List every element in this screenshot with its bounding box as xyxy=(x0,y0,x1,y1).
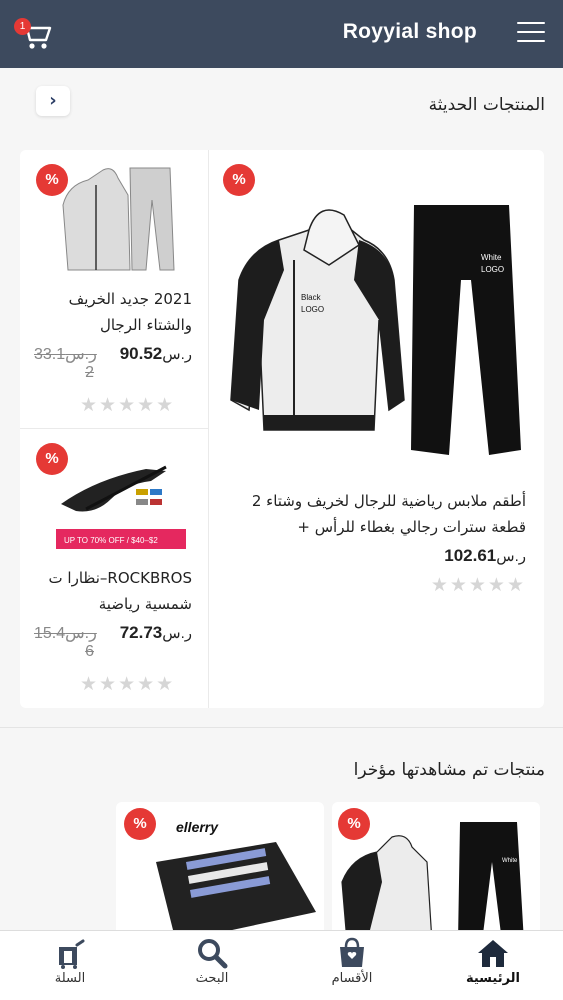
discount-badge: % xyxy=(223,164,255,196)
home-icon xyxy=(478,940,508,967)
product-price: ر.س90.52 xyxy=(119,344,192,363)
discount-badge: % xyxy=(124,808,156,840)
discount-badge: % xyxy=(338,808,370,840)
app-header: 1 Royyial shop xyxy=(0,0,563,68)
product-image-sunglasses: UP TO 70% OFF / $40–$2 xyxy=(56,465,186,549)
nav-home[interactable]: الرئيسية xyxy=(433,937,553,986)
discount-badge: % xyxy=(36,164,68,196)
recent-product-card[interactable]: ellerry % xyxy=(116,802,324,942)
svg-text:LOGO: LOGO xyxy=(481,265,504,274)
header-cart-button[interactable]: 1 xyxy=(14,18,54,52)
product-image-tracksuit: Black LOGO White LOGO xyxy=(230,205,521,455)
bottom-navigation: الرئيسية الأقسام البحث السلة xyxy=(0,930,563,1000)
nav-categories[interactable]: الأقسام xyxy=(292,937,412,986)
old-price: 33.1ر.س 2 xyxy=(34,346,97,381)
nav-label: الأقسام xyxy=(331,971,373,986)
product-price: ر.س102.61 xyxy=(444,546,526,565)
cart-count-badge: 1 xyxy=(14,18,31,35)
product-card-sunglasses[interactable]: UP TO 70% OFF / $40–$2 % ROCKBROS–نظارا … xyxy=(20,429,208,708)
product-name: أطقم ملابس رياضية للرجال لخريف وشتاء 2 ق… xyxy=(251,492,526,536)
cart-icon xyxy=(59,939,85,969)
bag-icon xyxy=(340,937,364,967)
nav-label: السلة xyxy=(54,971,86,986)
product-card-tracksuit-grey[interactable]: % 2021 جديد الخريف والشتاء الرجال ر.س90.… xyxy=(20,150,208,428)
nav-search[interactable]: البحث xyxy=(152,937,272,986)
recent-product-card[interactable]: White % xyxy=(332,802,540,942)
product-name: ROCKBROS–نظارا ت شمسية رياضية xyxy=(48,569,192,613)
app-title: Royyial shop xyxy=(342,20,477,43)
product-name: 2021 جديد الخريف والشتاء الرجال xyxy=(68,290,192,334)
rating-stars: ★★★★★ xyxy=(430,574,526,596)
svg-text:LOGO: LOGO xyxy=(301,305,324,314)
rating-stars: ★★★★★ xyxy=(80,394,176,416)
product-price: ر.س72.73 xyxy=(119,623,192,642)
section-title-new-products: المنتجات الحديثة xyxy=(428,95,545,115)
old-price: 15.4ر.س 6 xyxy=(34,625,97,660)
hamburger-menu-icon[interactable] xyxy=(517,22,545,46)
image-label: ellerry xyxy=(176,819,219,835)
svg-text:White: White xyxy=(481,253,502,262)
nav-label: البحث xyxy=(195,971,229,986)
product-image-grey-tracksuit xyxy=(62,167,175,271)
search-icon xyxy=(198,939,228,969)
banner-text: UP TO 70% OFF / $40–$2 xyxy=(64,536,158,545)
section-title-recently-viewed: منتجات تم مشاهدتها مؤخرا xyxy=(353,760,545,780)
section-divider xyxy=(0,727,563,728)
nav-cart[interactable]: السلة xyxy=(10,937,130,986)
rating-stars: ★★★★★ xyxy=(80,673,176,695)
nav-label: الرئيسية xyxy=(465,971,521,986)
product-card-tracksuit-large[interactable]: Black LOGO White LOGO % أطقم ملابس رياضي… xyxy=(209,150,544,708)
carousel-next-button[interactable]: › xyxy=(36,86,70,116)
svg-text:Black: Black xyxy=(301,293,322,302)
image-label: White xyxy=(502,858,518,864)
discount-badge: % xyxy=(36,443,68,475)
